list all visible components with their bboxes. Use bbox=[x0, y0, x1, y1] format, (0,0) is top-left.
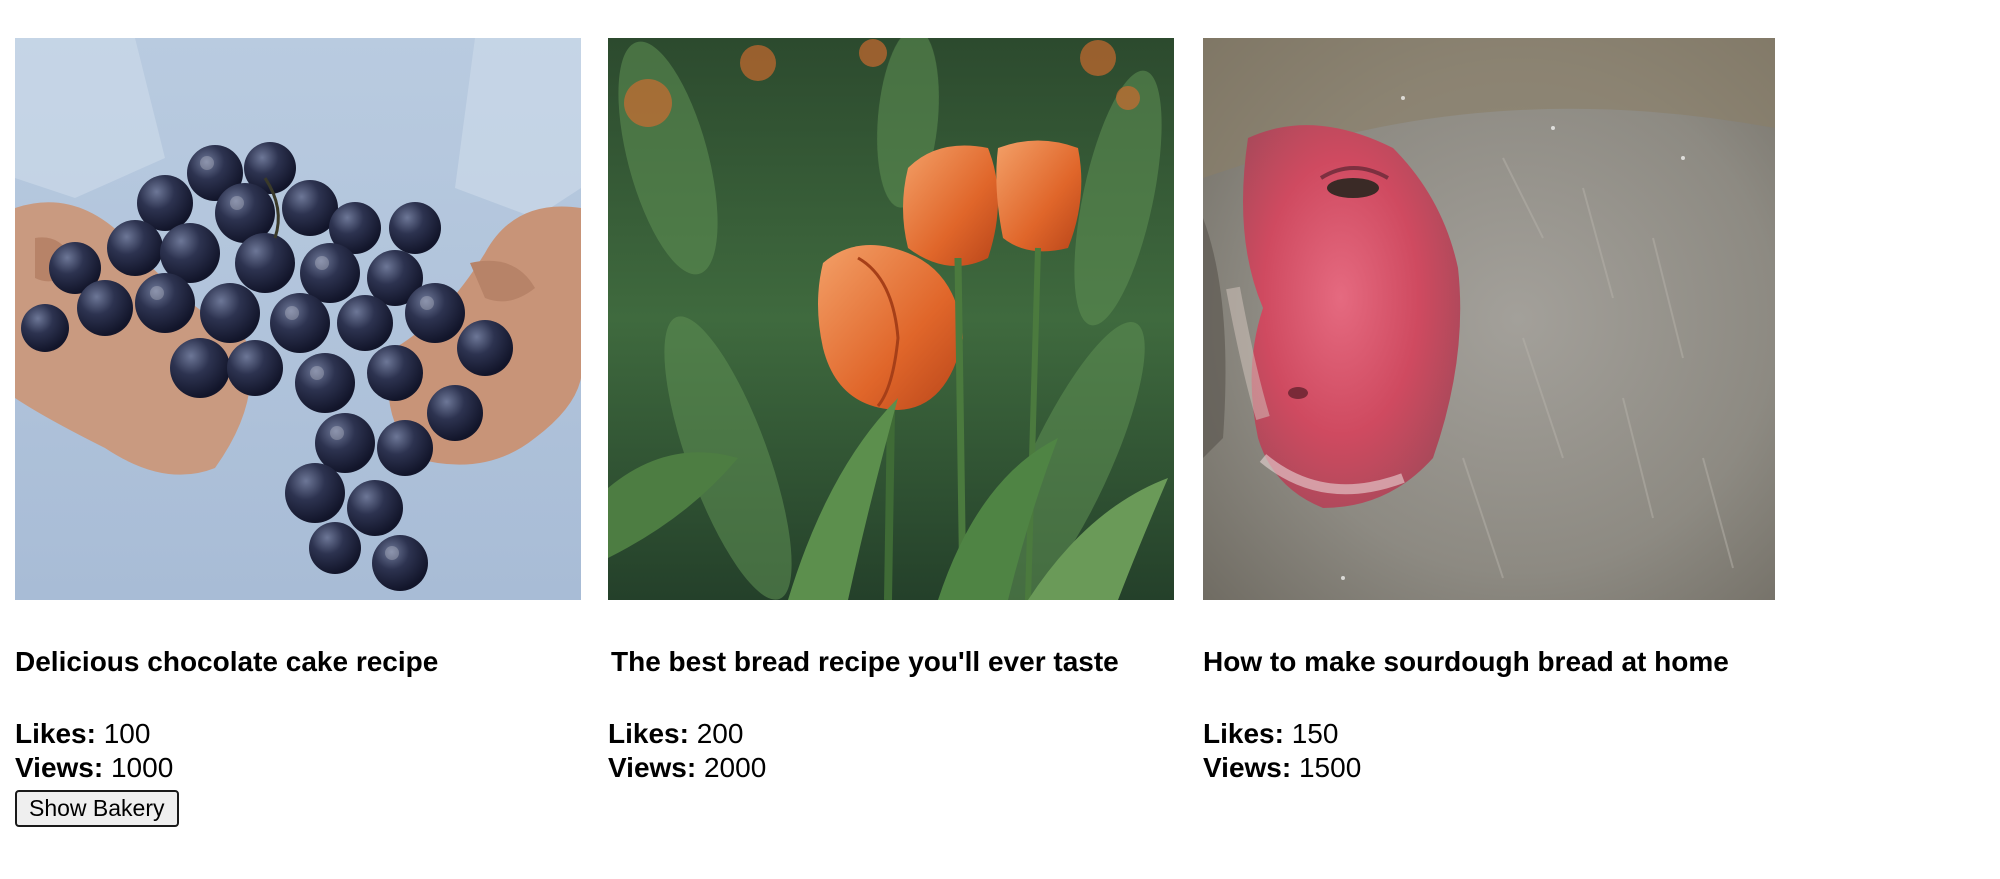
likes-stat: Likes: 100 bbox=[15, 718, 150, 750]
post-title: How to make sourdough bread at home bbox=[1203, 646, 1729, 677]
likes-stat: Likes: 200 bbox=[608, 718, 743, 750]
views-value: 2000 bbox=[703, 752, 767, 783]
post-title: Delicious chocolate cake recipe bbox=[15, 646, 439, 677]
post-image-tulips bbox=[608, 38, 1174, 600]
views-label: Views: bbox=[608, 752, 697, 783]
views-stat: Views: 2000 bbox=[608, 752, 766, 784]
views-label: Views: bbox=[15, 752, 104, 783]
post-card: The best bread recipe you'll ever taste … bbox=[608, 38, 1174, 783]
likes-label: Likes: bbox=[15, 718, 96, 749]
post-card: Delicious chocolate cake recipe Likes: 1… bbox=[15, 38, 581, 827]
post-image-monkey bbox=[1203, 38, 1775, 600]
likes-label: Likes: bbox=[1203, 718, 1284, 749]
views-stat: Views: 1000 bbox=[15, 752, 173, 784]
post-title: The best bread recipe you'll ever taste bbox=[611, 646, 1119, 677]
post-grid: Delicious chocolate cake recipe Likes: 1… bbox=[0, 0, 2000, 879]
likes-value: 150 bbox=[1291, 718, 1339, 749]
post-card: How to make sourdough bread at home Like… bbox=[1203, 38, 1775, 783]
likes-label: Likes: bbox=[608, 718, 689, 749]
post-image-grapes bbox=[15, 38, 581, 600]
likes-value: 100 bbox=[103, 718, 151, 749]
likes-value: 200 bbox=[696, 718, 744, 749]
show-bakery-button[interactable]: Show Bakery bbox=[15, 790, 179, 827]
views-label: Views: bbox=[1203, 752, 1292, 783]
views-value: 1500 bbox=[1298, 752, 1362, 783]
views-value: 1000 bbox=[110, 752, 174, 783]
views-stat: Views: 1500 bbox=[1203, 752, 1361, 784]
likes-stat: Likes: 150 bbox=[1203, 718, 1338, 750]
